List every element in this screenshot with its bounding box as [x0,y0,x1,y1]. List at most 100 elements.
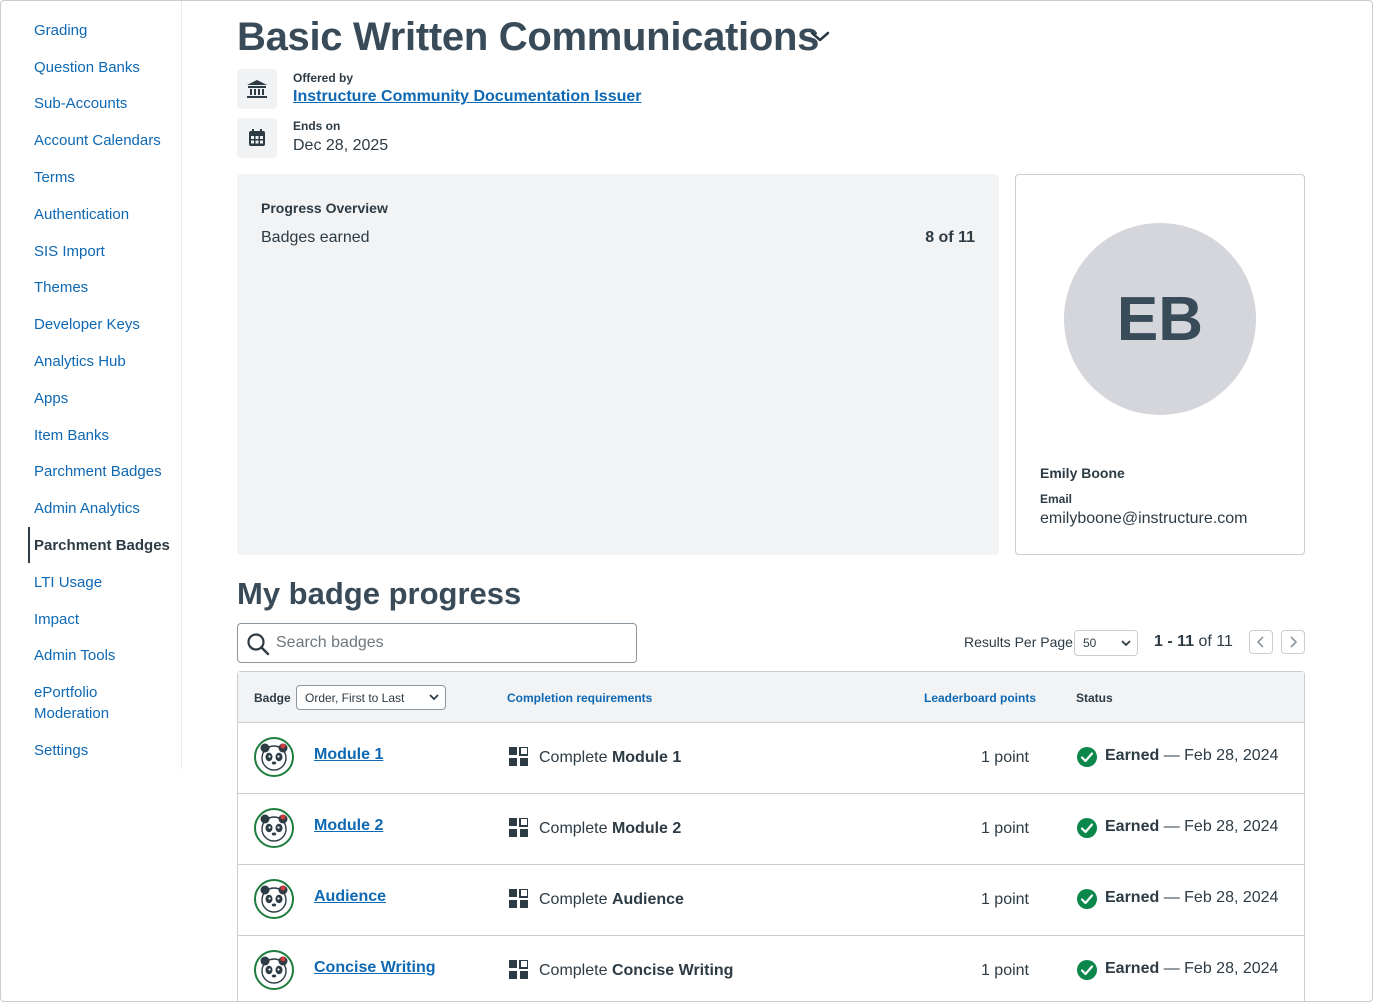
badge-image [254,808,294,848]
chevron-down-icon[interactable] [809,28,831,44]
status-label: Earned [1105,818,1160,835]
email-value: emilyboone@instructure.com [1040,510,1248,527]
prev-page-button[interactable] [1249,630,1273,654]
results-per-page-label: Results Per Page [964,634,1073,650]
sidebar-item-parchment-badges-active[interactable]: Parchment Badges [34,535,174,556]
status-label: Earned [1105,960,1160,977]
leaderboard-points: 1 point [980,749,1029,766]
app-frame: Grading Question Banks Sub-Accounts Acco… [0,0,1373,1002]
module-icon [509,747,528,766]
column-header-badge: Badge [254,691,291,705]
badge-name-link[interactable]: Module 2 [314,817,383,835]
table-header: Badge Order, First to Last Completion re… [238,672,1304,723]
progress-overview-panel: Progress Overview Badges earned 8 of 11 [237,174,999,555]
module-icon [509,818,528,837]
table-row: Module 2 Complete Module 2 1 point Earne… [238,794,1304,865]
table-row: Audience Complete Audience 1 point Earne… [238,865,1304,936]
email-label: Email [1040,492,1073,506]
next-page-button[interactable] [1281,630,1305,654]
sidebar-item-grading[interactable]: Grading [34,20,174,41]
status-text: Earned — Feb 28, 2024 [1105,889,1278,907]
status-date: — Feb 28, 2024 [1163,960,1279,977]
badge-image [254,737,294,777]
requirement-prefix: Complete [539,820,608,837]
module-icon [509,960,528,979]
sidebar-item-account-calendars[interactable]: Account Calendars [34,130,174,151]
requirement-item: Module 2 [611,820,682,837]
requirement-item: Concise Writing [611,962,734,979]
badge-name-link[interactable]: Concise Writing [314,959,436,977]
chevron-left-icon [1256,636,1264,648]
badges-earned-label: Badges earned [261,229,370,246]
profile-card: EB Emily Boone Email emilyboone@instruct… [1015,174,1305,555]
requirement-text: Complete Module 2 [539,820,681,838]
column-header-points[interactable]: Leaderboard points [924,691,1036,705]
calendar-icon [237,118,277,158]
sidebar-item-eportfolio-moderation[interactable]: ePortfolio Moderation [34,682,144,724]
badges-earned-value: 8 of 11 [925,229,975,246]
results-per-page-select[interactable]: 50 [1074,630,1138,656]
sidebar-item-developer-keys[interactable]: Developer Keys [34,314,174,335]
sidebar-item-lti-usage[interactable]: LTI Usage [34,572,174,593]
results-per-page-value: 50 [1083,636,1097,650]
ends-on-value: Dec 28, 2025 [293,137,389,154]
search-field[interactable] [237,623,637,663]
chevron-down-icon [1121,640,1131,647]
pager-range: 1 - 11 [1154,633,1195,650]
sidebar-item-question-banks[interactable]: Question Banks [34,57,174,78]
table-row: Module 1 Complete Module 1 1 point Earne… [238,723,1304,794]
profile-name: Emily Boone [1040,465,1125,481]
avatar: EB [1064,223,1256,415]
status-label: Earned [1105,747,1160,764]
issuer-link[interactable]: Instructure Community Documentation Issu… [293,88,642,105]
sidebar-item-themes[interactable]: Themes [34,277,174,298]
sidebar-item-sis-import[interactable]: SIS Import [34,241,174,262]
page-title: Basic Written Communications [237,15,820,59]
sidebar-item-terms[interactable]: Terms [34,167,174,188]
badge-image [254,950,294,990]
sidebar-item-analytics-hub[interactable]: Analytics Hub [34,351,174,372]
section-title: My badge progress [237,576,522,611]
badge-image [254,879,294,919]
check-circle-icon [1077,960,1097,980]
requirement-prefix: Complete [539,962,608,979]
leaderboard-points: 1 point [980,820,1029,837]
badge-name-link[interactable]: Audience [314,888,386,906]
column-header-requirements[interactable]: Completion requirements [507,691,652,705]
sidebar-item-apps[interactable]: Apps [34,388,174,409]
badge-name-link[interactable]: Module 1 [314,746,383,764]
chevron-right-icon [1290,636,1298,648]
badge-table: Badge Order, First to Last Completion re… [237,671,1305,1001]
sidebar-item-impact[interactable]: Impact [34,609,174,630]
status-date: — Feb 28, 2024 [1163,818,1279,835]
status-text: Earned — Feb 28, 2024 [1105,747,1278,765]
sidebar-item-admin-tools[interactable]: Admin Tools [34,645,174,666]
table-row: Concise Writing Complete Concise Writing… [238,936,1304,1001]
status-label: Earned [1105,889,1160,906]
account-sidebar: Grading Question Banks Sub-Accounts Acco… [1,1,182,769]
ends-on-label: Ends on [293,119,341,133]
requirement-item: Audience [611,891,684,908]
requirement-prefix: Complete [539,891,608,908]
check-circle-icon [1077,818,1097,838]
leaderboard-points: 1 point [980,891,1029,908]
sidebar-item-authentication[interactable]: Authentication [34,204,174,225]
sidebar-item-parchment-badges[interactable]: Parchment Badges [34,461,174,482]
requirement-item: Module 1 [611,749,682,766]
sidebar-item-item-banks[interactable]: Item Banks [34,425,174,446]
order-select-value: Order, First to Last [305,691,405,705]
search-input[interactable] [276,632,626,654]
institution-icon [237,69,277,109]
requirement-prefix: Complete [539,749,608,766]
sidebar-item-sub-accounts[interactable]: Sub-Accounts [34,93,174,114]
sidebar-item-settings[interactable]: Settings [34,740,174,761]
active-indicator [28,527,30,563]
order-select[interactable]: Order, First to Last [296,685,446,710]
offered-by-label: Offered by [293,71,354,85]
leaderboard-points: 1 point [980,962,1029,979]
search-icon [247,633,270,656]
pager-total: of 11 [1198,633,1233,650]
sidebar-item-admin-analytics[interactable]: Admin Analytics [34,498,174,519]
pager-summary: 1 - 11 of 11 [1154,633,1233,651]
module-icon [509,889,528,908]
